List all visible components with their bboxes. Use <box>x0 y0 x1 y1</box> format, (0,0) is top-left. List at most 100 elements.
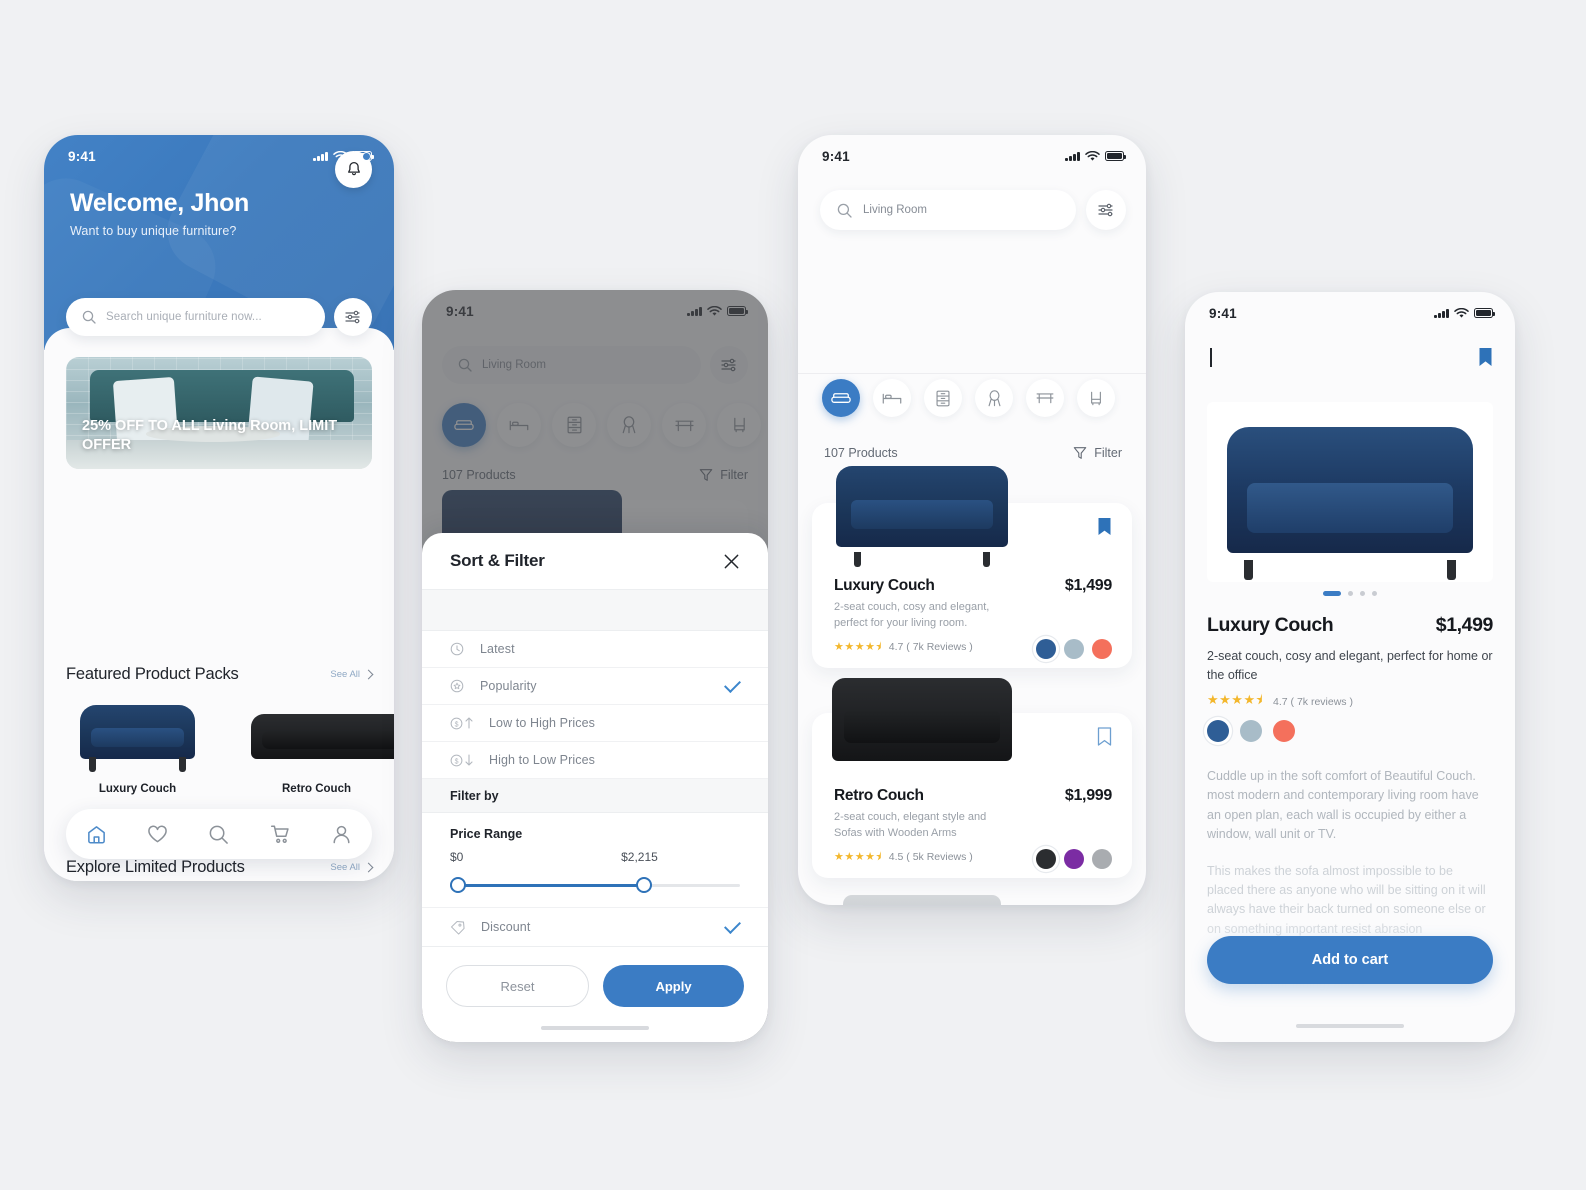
featured-products-row: Luxury Couch Retro Couch <box>66 701 394 795</box>
product-image <box>828 877 1016 905</box>
tab-favorites[interactable] <box>138 814 178 854</box>
chevron-left-icon <box>1210 348 1212 367</box>
star-circle-icon <box>450 679 464 693</box>
close-button[interactable] <box>723 553 740 570</box>
color-swatch-coral[interactable] <box>1092 638 1112 659</box>
product-price: $1,499 <box>1435 614 1494 636</box>
color-swatches <box>1036 638 1112 659</box>
section-title: Featured Product Packs <box>66 665 239 683</box>
slider-handle-min[interactable] <box>450 877 466 893</box>
product-card-luxury-couch[interactable]: Luxury Couch $1,499 2-seat couch, cosy a… <box>812 465 1132 668</box>
signal-icon <box>313 151 328 161</box>
product-description: 2-seat couch, cosy and elegant, perfect … <box>834 601 990 629</box>
product-info: Luxury Couch $1,499 2-seat couch, cosy a… <box>834 577 1112 659</box>
product-card-retro-couch[interactable]: Retro Couch $1,999 2-seat couch, elegant… <box>812 678 1132 878</box>
filter-sliders-button[interactable] <box>334 298 372 336</box>
section-title: Explore Limited Products <box>66 858 245 876</box>
category-chair[interactable] <box>1077 379 1115 417</box>
color-swatch-coral[interactable] <box>1273 720 1295 742</box>
status-bar: 9:41 <box>798 135 1146 169</box>
product-name: Retro Couch <box>834 787 924 804</box>
divider <box>798 373 1146 374</box>
bed-icon <box>882 393 902 404</box>
category-sofa[interactable] <box>822 379 860 417</box>
bookmark-button[interactable] <box>1478 347 1493 368</box>
gallery-dot-1[interactable] <box>1323 591 1341 596</box>
gallery-dot-4[interactable] <box>1372 591 1377 596</box>
detail-nav-bar <box>1207 344 1493 370</box>
filter-button[interactable]: Filter <box>1073 446 1122 460</box>
sort-option-low-to-high[interactable]: $ Low to High Prices <box>422 705 768 742</box>
notifications-button[interactable] <box>335 151 372 188</box>
svg-text:$: $ <box>455 758 459 765</box>
color-swatch-black[interactable] <box>1036 848 1056 869</box>
back-button[interactable] <box>1207 348 1212 367</box>
page-title: Welcome, Jhon <box>70 189 250 217</box>
status-time: 9:41 <box>822 148 850 164</box>
star-rating-icon: ★★★★⯨ <box>834 640 882 653</box>
color-swatch-purple[interactable] <box>1064 848 1084 869</box>
price-range-slider[interactable] <box>450 877 740 893</box>
bookmark-button[interactable] <box>1097 727 1112 747</box>
price-up-icon: $ <box>450 717 473 730</box>
see-all-featured-link[interactable]: See All <box>330 669 374 680</box>
category-table[interactable] <box>1026 379 1064 417</box>
sort-option-latest[interactable]: Latest <box>422 631 768 668</box>
status-time: 9:41 <box>1209 305 1237 321</box>
filter-sliders-button[interactable] <box>1086 190 1126 230</box>
phone-filter-screen: 9:41 Living Room <box>422 290 768 1042</box>
chair-icon <box>1091 391 1101 405</box>
sort-option-high-to-low[interactable]: $ High to Low Prices <box>422 742 768 779</box>
cart-icon <box>270 825 289 843</box>
tab-profile[interactable] <box>321 814 361 854</box>
gallery-dot-3[interactable] <box>1360 591 1365 596</box>
filter-option-discount[interactable]: Discount <box>422 907 768 947</box>
color-swatch-blue[interactable] <box>1036 638 1056 659</box>
search-placeholder: Search unique furniture now... <box>106 311 262 323</box>
tab-cart[interactable] <box>260 814 300 854</box>
sort-option-label: Popularity <box>480 679 537 693</box>
reset-button[interactable]: Reset <box>446 965 589 1007</box>
bookmark-filled-icon <box>1479 347 1492 366</box>
featured-product-card[interactable]: Retro Couch <box>245 701 394 795</box>
color-swatch-blue[interactable] <box>1207 720 1229 742</box>
price-range-section: Price Range $0 $2,215 <box>422 813 768 893</box>
price-range-values: $0 $2,215 <box>450 850 740 865</box>
search-input[interactable]: Search unique furniture now... <box>66 298 325 336</box>
category-bed[interactable] <box>873 379 911 417</box>
slider-fill <box>450 883 642 887</box>
bookmark-button[interactable] <box>1097 517 1112 537</box>
search-icon <box>82 310 96 324</box>
featured-product-card[interactable]: Luxury Couch <box>66 701 209 795</box>
star-rating-icon: ★★★★⯨ <box>1207 692 1264 707</box>
category-lamp[interactable] <box>975 379 1013 417</box>
tab-home[interactable] <box>77 814 117 854</box>
price-max-value: $2,215 <box>621 850 658 864</box>
apply-button[interactable]: Apply <box>603 965 744 1007</box>
gallery-dot-2[interactable] <box>1348 591 1353 596</box>
product-hero-image[interactable] <box>1207 402 1493 582</box>
sort-option-popularity[interactable]: Popularity <box>422 668 768 705</box>
slider-handle-max[interactable] <box>635 877 652 893</box>
sort-filter-sheet: Sort & Filter Latest Popularity $ Low to… <box>422 533 768 1042</box>
discount-label: Discount <box>481 920 531 934</box>
color-swatches <box>1207 720 1295 742</box>
see-all-explore-link[interactable]: See All <box>330 862 374 873</box>
tag-icon <box>450 920 465 935</box>
home-indicator <box>541 1026 649 1030</box>
description-paragraph-1: Cuddle up in the soft comfort of Beautif… <box>1207 769 1479 842</box>
wifi-icon <box>1454 307 1469 318</box>
see-all-label: See All <box>330 669 360 680</box>
featured-product-name: Luxury Couch <box>98 783 177 795</box>
color-swatch-gray[interactable] <box>1240 720 1262 742</box>
tab-search[interactable] <box>199 814 239 854</box>
sofa-icon <box>831 392 851 403</box>
price-min-value: $0 <box>450 850 464 864</box>
sheet-title: Sort & Filter <box>450 551 545 570</box>
category-drawer[interactable] <box>924 379 962 417</box>
color-swatch-gray[interactable] <box>1092 848 1112 869</box>
add-to-cart-button[interactable]: Add to cart <box>1207 936 1493 984</box>
search-input[interactable]: Living Room <box>820 190 1076 230</box>
color-swatch-gray[interactable] <box>1064 638 1084 659</box>
promo-banner[interactable]: 25% OFF TO ALL Living Room, LIMIT OFFER <box>66 357 372 469</box>
